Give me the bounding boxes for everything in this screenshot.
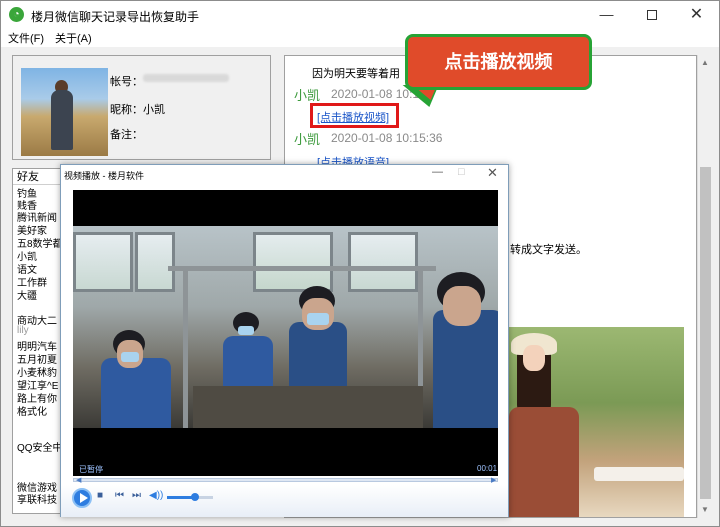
avatar-person [51,90,73,150]
volume-icon[interactable]: ◀)) [149,490,163,501]
volume-knob[interactable] [190,493,199,501]
previous-icon[interactable]: ⏮ [115,490,124,501]
list-item[interactable]: 享联科技 [17,491,57,506]
chat-scrollbar[interactable]: ▲ ▼ [697,55,712,518]
menu-bar: 文件(F) 关于(A) [1,28,719,47]
minimize-button[interactable]: — [584,1,629,28]
classroom-window [135,232,175,292]
stop-icon[interactable]: ■ [97,490,103,501]
play-video-link[interactable]: [点击播放视频] [317,109,389,125]
volume-slider[interactable] [167,493,213,501]
chat-sender: 小凯 [294,132,321,147]
student [101,358,171,428]
video-frame [73,226,498,428]
wechat-green-icon: ◔ [9,7,24,22]
profile-box: 帐号： 昵称：小凯 备注： [12,55,271,160]
photo-face [523,345,545,371]
video-window-title: 视频播放 - 楼月软件 [64,171,144,181]
remark-label: 备注： [110,129,143,141]
video-maximize-button[interactable]: □ [458,166,465,178]
list-item[interactable]: lily [17,325,29,336]
frame-bar [183,266,188,428]
next-icon[interactable]: ⏭ [132,490,141,501]
video-progress-bar[interactable]: ◀ ▶ [73,477,498,484]
classroom-window [73,232,133,292]
maximize-button[interactable] [629,1,674,28]
list-item[interactable]: 格式化 [17,403,47,418]
avatar [21,68,108,156]
maximize-icon [646,10,657,21]
chat-image[interactable] [509,327,684,517]
classroom-window [348,232,418,292]
play-button[interactable] [72,488,92,508]
friend-list-header[interactable]: 好友 [13,169,61,185]
nickname-label: 昵称：小凯 [110,104,165,116]
frame-bar [168,266,436,271]
account-value-redacted [143,74,229,82]
photo-bench [594,467,684,481]
progress-right-icon: ▶ [491,477,497,484]
menu-about[interactable]: 关于(A) [55,30,92,46]
student-face [443,286,481,326]
face-mask [307,313,329,325]
face-mask [238,326,254,335]
video-controls: ■ ⏮ ⏭ ◀)) [61,485,508,517]
list-item[interactable]: QQ安全中 [17,439,61,454]
video-status: 已暂停 [79,465,103,474]
video-close-button[interactable]: ✕ [487,165,498,181]
list-item[interactable]: 大疆 [17,287,37,302]
close-button[interactable]: ✕ [674,1,719,28]
chat-sender: 小凯 [294,88,321,103]
scroll-thumb[interactable] [700,167,711,499]
classroom-window [253,232,333,292]
account-label: 帐号： [110,76,143,88]
scroll-down-icon[interactable]: ▼ [701,505,709,514]
video-time: 00:01 [477,464,498,473]
photo-dress [509,407,579,517]
student [433,310,498,428]
title-bar: ◔ 楼月微信聊天记录导出恢复助手 — ✕ [1,1,719,28]
video-player-window: 视频播放 - 楼月软件 — □ ✕ 已暂停 00:01 ◀ ▶ ■ ⏮ ⏭ ◀)… [60,164,509,517]
video-display[interactable]: 已暂停 00:01 [73,190,498,476]
video-title-bar: 视频播放 - 楼月软件 — □ ✕ [61,165,508,184]
chat-message: 转成文字发送。 [510,244,587,256]
friend-list[interactable]: 好友 钓鱼 贱香 腾讯新闻 美好家 五8数学都 小凯 语文 工作群 大疆 商动大… [12,168,62,514]
main-window: ◔ 楼月微信聊天记录导出恢复助手 — ✕ 文件(F) 关于(A) 帐号： 昵称：… [0,0,720,527]
chat-message: 因为明天要等着用 [312,68,400,80]
progress-left-icon: ◀ [76,477,82,484]
scroll-up-icon[interactable]: ▲ [701,58,709,67]
video-minimize-button[interactable]: — [432,166,443,178]
face-mask [121,352,139,362]
window-title: 楼月微信聊天记录导出恢复助手 [31,10,200,24]
table [193,386,423,428]
chat-timestamp: 2020-01-08 10:15:36 [331,131,443,145]
callout-annotation: 点击播放视频 [405,34,592,90]
menu-file[interactable]: 文件(F) [8,30,44,46]
